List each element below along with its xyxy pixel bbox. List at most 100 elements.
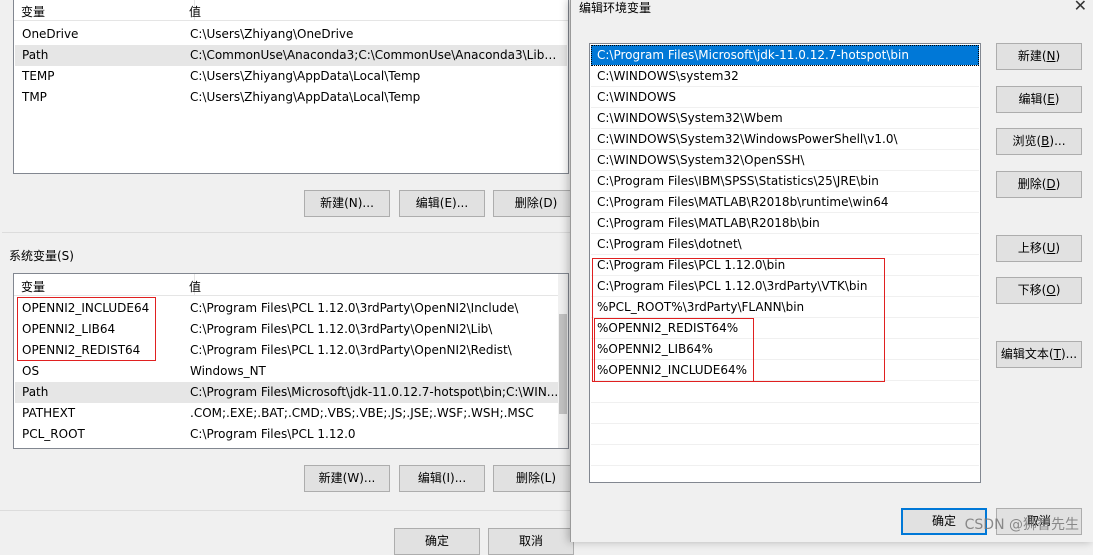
path-entry[interactable]: C:\Program Files\Microsoft\jdk-11.0.12.7… (591, 45, 979, 66)
move-down-button[interactable]: 下移(O) (996, 277, 1082, 304)
var-value: C:\Users\Zhiyang\OneDrive (190, 27, 354, 41)
var-value: C:\CommonUse\Anaconda3;C:\CommonUse\Anac… (190, 48, 559, 62)
var-name: TEMP (22, 69, 55, 83)
button-suffix: ) (1055, 241, 1061, 255)
var-name: OPENNI2_LIB64 (22, 322, 116, 336)
path-entry[interactable]: C:\WINDOWS\System32\OpenSSH\ (591, 150, 979, 171)
button-text: 下移( (1017, 283, 1047, 297)
path-entries-list[interactable]: C:\Program Files\Microsoft\jdk-11.0.12.7… (589, 43, 981, 483)
access-key: D (1046, 177, 1056, 191)
path-entry[interactable]: C:\Program Files\dotnet\ (591, 234, 979, 255)
table-row[interactable]: OS Windows_NT (15, 361, 567, 382)
system-delete-button[interactable]: 删除(L) (493, 465, 579, 492)
var-value: Windows_NT (190, 364, 266, 378)
edit-button[interactable]: 编辑(E) (996, 86, 1082, 113)
var-name: OS (22, 364, 40, 378)
bottom-divider (0, 510, 580, 511)
path-entry[interactable]: %OPENNI2_INCLUDE64% (591, 360, 979, 381)
watermark: CSDN @狮智先生 (964, 517, 1079, 533)
var-value: C:\Program Files\PCL 1.12.0\3rdParty\Ope… (190, 322, 493, 336)
edit-text-button[interactable]: 编辑文本(T)... (996, 341, 1082, 368)
delete-button[interactable]: 删除(D) (996, 171, 1082, 198)
button-text: 浏览( (1012, 134, 1042, 148)
browse-button[interactable]: 浏览(B)... (996, 128, 1082, 155)
close-icon[interactable]: ✕ (1074, 0, 1087, 15)
var-name: OneDrive (22, 27, 79, 41)
button-suffix: )... (1049, 134, 1066, 148)
path-entry[interactable]: C:\Program Files\MATLAB\R2018b\runtime\w… (591, 192, 979, 213)
var-value: C:\Users\Zhiyang\AppData\Local\Temp (190, 69, 421, 83)
table-row[interactable]: OPENNI2_LIB64 C:\Program Files\PCL 1.12.… (15, 319, 567, 340)
access-key: T (1053, 347, 1061, 361)
table-row[interactable]: Path C:\CommonUse\Anaconda3;C:\CommonUse… (15, 45, 567, 66)
column-header-value[interactable]: 值 (189, 3, 201, 20)
path-entry[interactable]: C:\WINDOWS\system32 (591, 66, 979, 87)
button-suffix: ) (1055, 49, 1061, 63)
path-entry[interactable]: %PCL_ROOT%\3rdParty\FLANN\bin (591, 297, 979, 318)
var-value: C:\Program Files\Microsoft\jdk-11.0.12.7… (190, 385, 559, 399)
button-text: 上移( (1017, 241, 1047, 255)
user-edit-button[interactable]: 编辑(E)... (399, 190, 485, 217)
var-name: TMP (22, 90, 47, 104)
system-variables-list[interactable]: 变量 值 OPENNI2_INCLUDE64 C:\Program Files\… (13, 273, 569, 449)
table-row[interactable]: TMP C:\Users\Zhiyang\AppData\Local\Temp (15, 87, 567, 108)
access-key: E (1047, 92, 1055, 106)
path-entry[interactable]: C:\Program Files\PCL 1.12.0\3rdParty\VTK… (591, 276, 979, 297)
button-suffix: ) (1055, 283, 1061, 297)
var-value: C:\Program Files\PCL 1.12.0\3rdParty\Ope… (190, 343, 512, 357)
path-entry[interactable]: C:\WINDOWS\System32\WindowsPowerShell\v1… (591, 129, 979, 150)
path-entry[interactable]: C:\Program Files\MATLAB\R2018b\bin (591, 213, 979, 234)
edit-environment-variable-dialog: 编辑环境变量 ✕ C:\Program Files\Microsoft\jdk-… (570, 0, 1093, 542)
row-line (591, 444, 979, 445)
var-name: PCL_ROOT (22, 427, 85, 441)
path-entry[interactable]: C:\WINDOWS\System32\Wbem (591, 108, 979, 129)
button-suffix: ) (1055, 177, 1061, 191)
column-header-value[interactable]: 值 (189, 278, 201, 295)
user-new-button[interactable]: 新建(N)... (304, 190, 390, 217)
new-button[interactable]: 新建(N) (996, 43, 1082, 70)
access-key: O (1046, 283, 1056, 297)
system-list-scrollbar[interactable] (558, 274, 568, 448)
button-text: 新建( (1017, 49, 1047, 63)
move-up-button[interactable]: 上移(U) (996, 235, 1082, 262)
row-line (591, 465, 979, 466)
button-text: 编辑文本( (1000, 347, 1054, 361)
system-variables-header: 变量 值 (14, 274, 568, 296)
system-edit-button[interactable]: 编辑(I)... (399, 465, 485, 492)
row-line (591, 423, 979, 424)
table-row[interactable]: PATHEXT .COM;.EXE;.BAT;.CMD;.VBS;.VBE;.J… (15, 403, 567, 424)
var-name: Path (22, 48, 49, 62)
table-row[interactable]: OneDrive C:\Users\Zhiyang\OneDrive (15, 24, 567, 45)
user-variables-header: 变量 值 (14, 0, 568, 21)
table-row[interactable]: TEMP C:\Users\Zhiyang\AppData\Local\Temp (15, 66, 567, 87)
var-name: OPENNI2_REDIST64 (22, 343, 141, 357)
var-value: .COM;.EXE;.BAT;.CMD;.VBS;.VBE;.JS;.JSE;.… (190, 406, 534, 420)
table-row[interactable]: OPENNI2_REDIST64 C:\Program Files\PCL 1.… (15, 340, 567, 361)
scrollbar-thumb[interactable] (559, 314, 567, 414)
group-divider (2, 232, 578, 233)
row-line (591, 402, 979, 403)
table-row[interactable]: PCL_ROOT C:\Program Files\PCL 1.12.0 (15, 424, 567, 445)
path-entry[interactable]: %OPENNI2_LIB64% (591, 339, 979, 360)
user-delete-button[interactable]: 删除(D) (493, 190, 579, 217)
path-entry[interactable]: C:\WINDOWS (591, 87, 979, 108)
dialog-title: 编辑环境变量 (579, 1, 652, 15)
var-value: C:\Program Files\PCL 1.12.0 (190, 427, 356, 441)
column-header-name[interactable]: 变量 (21, 278, 45, 295)
environment-variables-dialog: 变量 值 OneDrive C:\Users\Zhiyang\OneDrive … (0, 0, 580, 555)
system-variables-label: 系统变量(S) (9, 249, 74, 263)
user-variables-list[interactable]: 变量 值 OneDrive C:\Users\Zhiyang\OneDrive … (13, 0, 569, 174)
column-header-name[interactable]: 变量 (21, 3, 45, 20)
button-suffix: )... (1060, 347, 1078, 361)
var-name: PATHEXT (22, 406, 76, 420)
path-entry[interactable]: C:\Program Files\PCL 1.12.0\bin (591, 255, 979, 276)
button-suffix: ) (1054, 92, 1060, 106)
var-value: C:\Program Files\PCL 1.12.0\3rdParty\Ope… (190, 301, 519, 315)
button-text: 编辑( (1018, 92, 1048, 106)
var-name: Path (22, 385, 49, 399)
path-entry[interactable]: C:\Program Files\IBM\SPSS\Statistics\25\… (591, 171, 979, 192)
table-row[interactable]: Path C:\Program Files\Microsoft\jdk-11.0… (15, 382, 567, 403)
table-row[interactable]: OPENNI2_INCLUDE64 C:\Program Files\PCL 1… (15, 298, 567, 319)
path-entry[interactable]: %OPENNI2_REDIST64% (591, 318, 979, 339)
system-new-button[interactable]: 新建(W)... (304, 465, 390, 492)
